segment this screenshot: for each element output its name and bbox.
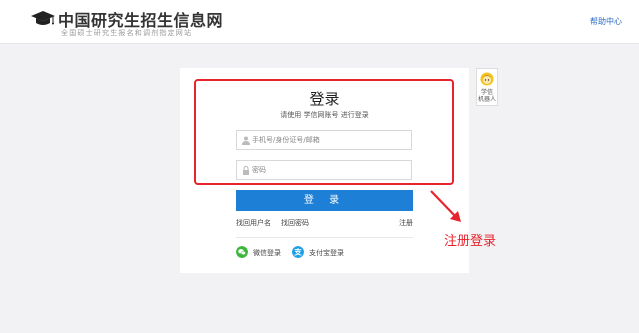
divider bbox=[236, 237, 413, 238]
wechat-icon bbox=[236, 246, 248, 258]
robot-label: 学信 机器人 bbox=[477, 89, 496, 103]
robot-assistant[interactable]: 学信 机器人 bbox=[476, 68, 498, 106]
wechat-login-label: 微信登录 bbox=[253, 249, 281, 257]
robot-avatar-icon bbox=[480, 72, 494, 86]
account-links: 找回用户名 找回密码 注册 bbox=[236, 218, 413, 230]
annotation-label: 注册登录 bbox=[444, 234, 497, 249]
graduation-cap-icon bbox=[31, 11, 55, 25]
alipay-login-label: 支付宝登录 bbox=[309, 249, 344, 257]
alipay-icon: 支 bbox=[292, 246, 304, 258]
site-header: 中国研究生招生信息网 全国硕士研究生报名和调剂指定网站 帮助中心 bbox=[0, 0, 639, 44]
find-username-link[interactable]: 找回用户名 bbox=[236, 218, 271, 228]
site-logo[interactable]: 中国研究生招生信息网 全国硕士研究生报名和调剂指定网站 bbox=[30, 8, 240, 40]
wechat-login[interactable]: 微信登录 bbox=[236, 245, 296, 259]
help-center-link[interactable]: 帮助中心 bbox=[590, 16, 622, 27]
login-button[interactable]: 登 录 bbox=[236, 190, 413, 211]
svg-text:支: 支 bbox=[293, 247, 302, 257]
alipay-login[interactable]: 支 支付宝登录 bbox=[292, 245, 362, 259]
highlight-box bbox=[194, 79, 454, 185]
register-link[interactable]: 注册 bbox=[399, 218, 413, 228]
red-arrow-icon bbox=[430, 190, 461, 222]
find-password-link[interactable]: 找回密码 bbox=[281, 218, 309, 228]
site-subtitle: 全国硕士研究生报名和调剂指定网站 bbox=[61, 29, 193, 37]
